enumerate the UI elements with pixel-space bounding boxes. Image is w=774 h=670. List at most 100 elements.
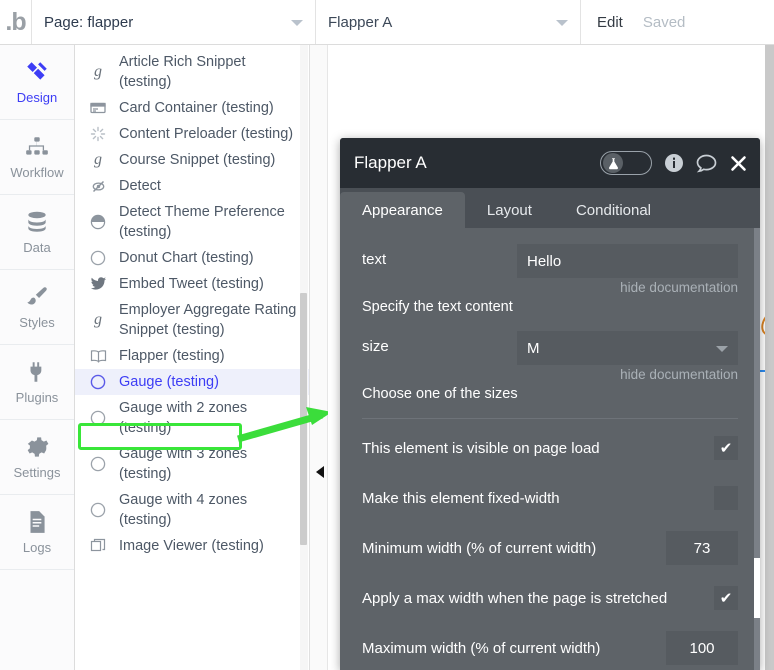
tab-layout[interactable]: Layout	[465, 192, 554, 228]
save-status: Saved	[642, 13, 686, 31]
rail-item-plugins[interactable]: Plugins	[0, 345, 74, 420]
list-item-label: Course Snippet (testing)	[119, 152, 276, 168]
text-doc-description: Specify the text content	[362, 299, 513, 315]
list-item-label: Article Rich Snippet (testing)	[119, 54, 246, 90]
element-list: g Article Rich Snippet (testing) Card Co…	[75, 45, 309, 559]
option-visible-on-page-load[interactable]: This element is visible on page load ✔	[340, 423, 760, 473]
list-item[interactable]: Card Container (testing)	[75, 95, 309, 121]
property-editor[interactable]: Flapper A Appearance Layout Conditional …	[340, 138, 760, 670]
beaker-toggle[interactable]	[600, 151, 652, 175]
gear-icon	[24, 434, 50, 460]
rail-item-styles[interactable]: Styles	[0, 270, 74, 345]
page-selector-label: Page: flapper	[44, 13, 134, 31]
list-item-label: Gauge (testing)	[119, 374, 219, 390]
circle-outline-icon	[89, 455, 107, 473]
list-item-label: Content Preloader (testing)	[119, 126, 294, 142]
property-editor-scrollbar-thumb[interactable]	[754, 558, 760, 618]
maximum-width-input[interactable]: 100	[666, 631, 738, 665]
list-item-gauge[interactable]: Gauge (testing)	[75, 369, 309, 395]
rail-label-styles: Styles	[19, 315, 55, 330]
list-item[interactable]: Detect	[75, 173, 309, 199]
visible-on-page-load-checkbox[interactable]: ✔	[714, 436, 738, 460]
list-item[interactable]: Content Preloader (testing)	[75, 121, 309, 147]
book-icon	[89, 347, 107, 365]
option-label: Make this element fixed-width	[362, 489, 560, 507]
element-list-panel[interactable]: g Article Rich Snippet (testing) Card Co…	[75, 45, 309, 670]
element-selector[interactable]: Flapper A	[316, 0, 581, 44]
element-selector-label: Flapper A	[328, 13, 393, 31]
chevron-down-icon	[716, 346, 728, 352]
list-item[interactable]: Embed Tweet (testing)	[75, 271, 309, 297]
text-doc-toggle[interactable]: hide documentation	[517, 280, 738, 295]
property-editor-scrollbar-track[interactable]	[754, 228, 760, 670]
list-item[interactable]: Detect Theme Preference (testing)	[75, 199, 309, 245]
size-dropdown[interactable]: M	[517, 331, 738, 365]
list-item[interactable]: Gauge with 4 zones (testing)	[75, 487, 309, 533]
edit-button[interactable]: Edit	[597, 14, 623, 31]
canvas-scrollbar[interactable]	[765, 45, 774, 670]
tab-appearance[interactable]: Appearance	[340, 192, 465, 228]
close-icon[interactable]	[729, 154, 748, 173]
size-doc-toggle[interactable]: hide documentation	[517, 367, 738, 382]
tab-conditional[interactable]: Conditional	[554, 192, 673, 228]
rail-item-data[interactable]: Data	[0, 195, 74, 270]
comment-icon[interactable]	[696, 154, 717, 173]
option-label: Apply a max width when the page is stret…	[362, 589, 668, 607]
rail-label-logs: Logs	[22, 540, 52, 555]
rail-item-logs[interactable]: Logs	[0, 495, 74, 570]
beaker-icon	[603, 153, 623, 173]
property-editor-body: text hide documentation Specify the text…	[340, 228, 760, 419]
rail-label-workflow: Workflow	[10, 165, 64, 180]
list-item-label: Embed Tweet (testing)	[119, 276, 264, 292]
list-item-label: Card Container (testing)	[119, 100, 274, 116]
list-item[interactable]: g Course Snippet (testing)	[75, 147, 309, 173]
option-maximum-width[interactable]: Maximum width (% of current width) 100	[340, 623, 760, 670]
bubble-logo[interactable]: .b	[0, 0, 32, 44]
list-item-label: Detect	[119, 178, 161, 194]
minimum-width-input[interactable]: 73	[666, 531, 738, 565]
green-arrow-annotation	[237, 407, 332, 443]
option-fixed-width[interactable]: Make this element fixed-width	[340, 473, 760, 523]
list-item[interactable]: g Employer Aggregate Rating Snippet (tes…	[75, 297, 309, 343]
list-item[interactable]: Donut Chart (testing)	[75, 245, 309, 271]
chevron-down-icon	[556, 20, 568, 26]
rail-label-data: Data	[23, 240, 51, 255]
eye-slash-icon	[89, 177, 107, 195]
list-item[interactable]: Image Viewer (testing)	[75, 533, 309, 559]
left-rail: Design Workflow Data Styles Plugins Sett…	[0, 45, 75, 670]
page-selector[interactable]: Page: flapper	[32, 0, 316, 44]
field-size-label: size	[362, 338, 389, 355]
option-label: This element is visible on page load	[362, 439, 600, 457]
rail-label-design: Design	[16, 90, 58, 105]
workflow-icon	[24, 134, 50, 160]
rail-item-design[interactable]: Design	[0, 45, 74, 120]
fixed-width-checkbox[interactable]	[714, 486, 738, 510]
option-apply-max-width[interactable]: Apply a max width when the page is stret…	[340, 573, 760, 623]
text-input[interactable]	[517, 244, 738, 278]
collapse-panel-handle[interactable]	[313, 464, 327, 480]
apply-max-width-checkbox[interactable]: ✔	[714, 586, 738, 610]
list-item-label: Image Viewer (testing)	[119, 538, 264, 554]
field-text-control: hide documentation	[517, 244, 738, 295]
logs-icon	[24, 509, 50, 535]
list-item-label: Employer Aggregate Rating Snippet (testi…	[119, 302, 297, 338]
chevron-left-icon	[316, 466, 324, 478]
circle-outline-icon	[89, 373, 107, 391]
rail-label-settings: Settings	[13, 465, 61, 480]
info-icon[interactable]	[664, 153, 684, 173]
list-item-label: Gauge with 4 zones (testing)	[119, 492, 248, 528]
list-item-flapper[interactable]: Flapper (testing)	[75, 343, 309, 369]
rail-item-workflow[interactable]: Workflow	[0, 120, 74, 195]
list-item[interactable]: g Article Rich Snippet (testing)	[75, 49, 309, 95]
panel-gutter	[310, 45, 328, 670]
list-item-label: Flapper (testing)	[119, 348, 225, 364]
property-editor-header[interactable]: Flapper A	[340, 138, 760, 188]
size-dropdown-value: M	[527, 339, 540, 357]
list-item-label: Donut Chart (testing)	[119, 250, 254, 266]
topbar-actions: Edit Saved	[581, 0, 685, 44]
option-minimum-width[interactable]: Minimum width (% of current width) 73	[340, 523, 760, 573]
list-item[interactable]: Gauge with 3 zones (testing)	[75, 441, 309, 487]
card-icon	[89, 99, 107, 117]
rail-item-settings[interactable]: Settings	[0, 420, 74, 495]
list-item-label: Gauge with 3 zones (testing)	[119, 446, 248, 482]
